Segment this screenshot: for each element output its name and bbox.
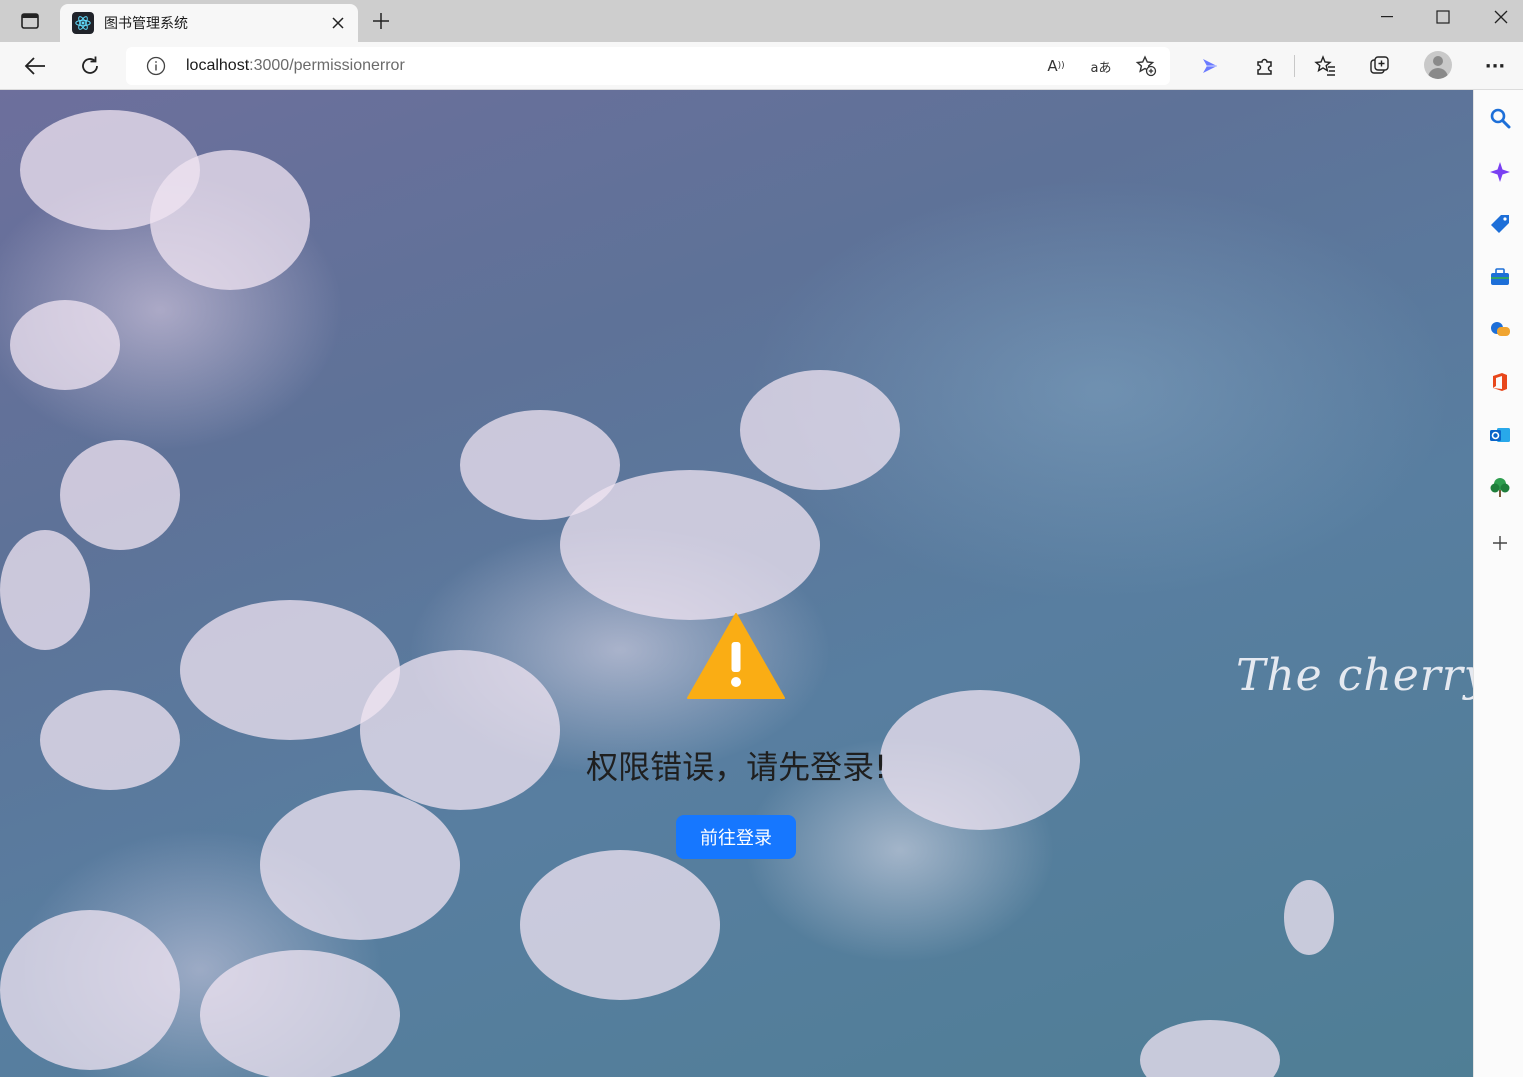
toolbar: localhost:3000/permissionerror A)) aあ ··…: [0, 42, 1523, 90]
add-favorite-icon[interactable]: [1131, 53, 1161, 79]
profile-icon[interactable]: [1424, 51, 1452, 79]
url-host: localhost: [186, 57, 250, 74]
tab-title: 图书管理系统: [104, 16, 188, 32]
tab-bar: 图书管理系统: [0, 0, 1523, 42]
go-to-login-button[interactable]: 前往登录: [676, 815, 796, 859]
outlook-icon[interactable]: [1488, 423, 1512, 447]
translate-glyph: aあ: [1090, 60, 1112, 76]
close-icon[interactable]: [326, 11, 350, 35]
favorites-icon[interactable]: [1308, 50, 1342, 82]
address-bar[interactable]: localhost:3000/permissionerror A)) aあ: [126, 47, 1170, 85]
back-arrow-icon[interactable]: [18, 50, 52, 82]
active-tab[interactable]: 图书管理系统: [60, 4, 358, 42]
read-aloud-icon[interactable]: A)): [1041, 53, 1071, 79]
avatar-body: [1428, 68, 1448, 79]
avatar-head: [1433, 56, 1443, 66]
more-icon[interactable]: ···: [1478, 50, 1512, 82]
collections-icon[interactable]: [1363, 50, 1397, 82]
react-icon: [72, 12, 94, 34]
background-script-text: The cherry: [1236, 650, 1473, 701]
info-icon[interactable]: [146, 56, 166, 76]
tab-actions-icon[interactable]: [10, 6, 50, 36]
url-text[interactable]: localhost:3000/permissionerror: [186, 57, 405, 75]
tools-icon[interactable]: [1488, 265, 1512, 289]
translate-icon[interactable]: aあ: [1086, 53, 1116, 79]
toolbar-divider: [1294, 55, 1295, 77]
office-icon[interactable]: [1488, 370, 1512, 394]
copilot-icon[interactable]: [1488, 160, 1512, 184]
shopping-icon[interactable]: [1488, 212, 1512, 236]
games-icon[interactable]: [1488, 318, 1512, 342]
extension-icon[interactable]: [1193, 50, 1227, 82]
add-icon[interactable]: [1488, 531, 1512, 555]
window-close-icon[interactable]: [1476, 0, 1523, 34]
minimize-icon[interactable]: [1362, 0, 1412, 34]
plus-icon[interactable]: [366, 6, 396, 36]
permission-error-message: 权限错误，请先登录!: [586, 748, 887, 786]
search-icon[interactable]: [1488, 106, 1512, 130]
maximize-icon[interactable]: [1418, 0, 1468, 34]
warning-icon: [686, 612, 786, 702]
read-aloud-glyph: A: [1047, 57, 1058, 75]
url-path: :3000/permissionerror: [249, 57, 405, 74]
puzzle-icon[interactable]: [1248, 50, 1282, 82]
refresh-icon[interactable]: [73, 50, 107, 82]
edge-sidebar: [1473, 90, 1523, 1077]
more-glyph: ···: [1484, 55, 1506, 77]
page-content: The cherry 权限错误，请先登录! 前往登录: [0, 90, 1473, 1077]
tree-icon[interactable]: [1488, 475, 1512, 499]
